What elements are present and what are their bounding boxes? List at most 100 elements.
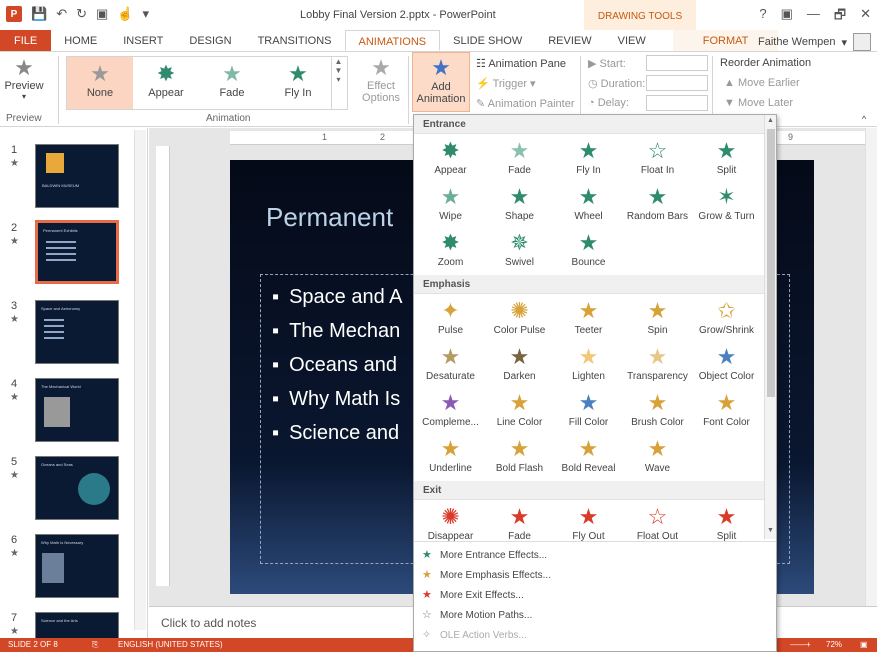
effect-underline[interactable]: ★ Underline <box>416 435 485 481</box>
spell-check-icon[interactable]: ⎘ <box>92 640 98 650</box>
tab-review[interactable]: REVIEW <box>535 30 604 51</box>
zoom-slider[interactable]: ——+ <box>790 640 811 649</box>
slide-thumbnail-4[interactable]: The Mechanical World <box>35 378 119 442</box>
effect-bounce[interactable]: ★ Bounce <box>554 229 623 275</box>
section-heading-emphasis: Emphasis <box>414 275 764 294</box>
slide-thumbnail-1[interactable]: BALDWIN MUSEUM <box>35 144 119 208</box>
effect-wheel[interactable]: ★ Wheel <box>554 183 623 229</box>
redo-icon[interactable]: ↻ <box>76 6 87 22</box>
ole-action-verbs[interactable]: ✧ OLE Action Verbs... <box>414 624 776 644</box>
slide-thumbnail-2[interactable]: Permanent Exhibits <box>35 220 119 284</box>
gallery-item-none[interactable]: ★ None <box>67 57 133 109</box>
zoom-level[interactable]: 72% <box>826 640 842 649</box>
effect-swivel[interactable]: ✵ Swivel <box>485 229 554 275</box>
effect-wave[interactable]: ★ Wave <box>623 435 692 481</box>
effect-color-pulse[interactable]: ✺ Color Pulse <box>485 297 554 343</box>
complementary-star-icon: ★ <box>440 390 461 415</box>
gallery-item-fly-in[interactable]: ★ Fly In <box>265 57 331 109</box>
effect-font-color[interactable]: ★ Font Color <box>692 389 761 435</box>
effect-brush-color[interactable]: ★ Brush Color <box>623 389 692 435</box>
effect-fill-color[interactable]: ★ Fill Color <box>554 389 623 435</box>
effect-zoom[interactable]: ✸ Zoom <box>416 229 485 275</box>
effect-pulse[interactable]: ✦ Pulse <box>416 297 485 343</box>
slide-thumbnail-7[interactable]: Science and the Arts <box>35 612 119 638</box>
slide-scrollbar[interactable] <box>865 128 877 606</box>
gallery-item-appear[interactable]: ✸ Appear <box>133 57 199 109</box>
ribbon-display-options-icon[interactable]: ▣ <box>781 6 793 28</box>
preview-button[interactable]: ★ Preview ▾ <box>4 56 44 102</box>
fit-slide-icon[interactable]: ▣ <box>860 640 868 649</box>
animation-pane-button[interactable]: ☷ Animation Pane <box>476 57 566 70</box>
effect-grow-and-turn[interactable]: ✶ Grow & Turn <box>692 183 761 229</box>
dropdown-scrollbar[interactable]: ▲ ▼ <box>764 115 776 539</box>
effect-lighten[interactable]: ★ Lighten <box>554 343 623 389</box>
save-icon[interactable]: 💾 <box>31 6 47 22</box>
gallery-item-fade[interactable]: ★ Fade <box>199 57 265 109</box>
tab-home[interactable]: HOME <box>51 30 110 51</box>
gallery-scrollbar[interactable]: ▲ ▼ ▾ <box>331 57 345 109</box>
move-earlier-button[interactable]: ▲ Move Earlier <box>724 77 800 89</box>
effect-complementary-color[interactable]: ★ Compleme... <box>416 389 485 435</box>
restore-icon[interactable]: 🗗 <box>834 6 846 28</box>
effect-appear[interactable]: ✸ Appear <box>416 137 485 183</box>
effect-line-color[interactable]: ★ Line Color <box>485 389 554 435</box>
effect-random-bars[interactable]: ★ Random Bars <box>623 183 692 229</box>
slide-thumbnail-3[interactable]: Space and Astronomy <box>35 300 119 364</box>
tab-insert[interactable]: INSERT <box>110 30 176 51</box>
scrollbar-thumb[interactable] <box>767 129 775 397</box>
effect-object-color[interactable]: ★ Object Color <box>692 343 761 389</box>
tab-view[interactable]: VIEW <box>605 30 659 51</box>
tab-transitions[interactable]: TRANSITIONS <box>245 30 345 51</box>
start-dropdown[interactable] <box>646 55 708 71</box>
effect-fly-in[interactable]: ★ Fly In <box>554 137 623 183</box>
undo-icon[interactable]: ↶ <box>56 6 67 22</box>
user-account[interactable]: Faithe Wempen ▾ <box>758 33 871 51</box>
effect-grow-shrink[interactable]: ✩ Grow/Shrink <box>692 297 761 343</box>
close-icon[interactable]: ✕ <box>860 6 871 28</box>
effect-float-in[interactable]: ☆ Float In <box>623 137 692 183</box>
slide-title[interactable]: Permanent <box>266 202 393 233</box>
slide-thumbnail-6[interactable]: Why Math Is Necessary <box>35 534 119 598</box>
scroll-up-icon[interactable]: ▲ <box>767 117 774 124</box>
touch-mode-icon[interactable]: ☝ <box>117 6 133 22</box>
language-indicator[interactable]: ENGLISH (UNITED STATES) <box>118 640 223 649</box>
tab-animations[interactable]: ANIMATIONS <box>344 30 441 51</box>
customize-qat-icon[interactable]: ▾ <box>142 6 149 22</box>
effect-bold-reveal[interactable]: ★ Bold Reveal <box>554 435 623 481</box>
animation-painter-button[interactable]: ✎ Animation Painter <box>476 97 575 110</box>
help-icon[interactable]: ? <box>759 6 766 28</box>
collapse-ribbon-icon[interactable]: ^ <box>862 114 866 124</box>
effect-desaturate[interactable]: ★ Desaturate <box>416 343 485 389</box>
effect-options-button[interactable]: ★ Effect Options <box>356 56 406 105</box>
effect-split[interactable]: ★ Split <box>692 137 761 183</box>
effect-teeter[interactable]: ★ Teeter <box>554 297 623 343</box>
effect-spin[interactable]: ★ Spin <box>623 297 692 343</box>
effect-transparency[interactable]: ★ Transparency <box>623 343 692 389</box>
more-motion-paths[interactable]: ☆ More Motion Paths... <box>414 604 776 624</box>
delay-spinner[interactable] <box>646 95 708 111</box>
effect-shape[interactable]: ★ Shape <box>485 183 554 229</box>
tab-design[interactable]: DESIGN <box>176 30 244 51</box>
section-heading-entrance: Entrance <box>414 115 764 134</box>
effect-darken[interactable]: ★ Darken <box>485 343 554 389</box>
more-emphasis-effects[interactable]: ★ More Emphasis Effects... <box>414 564 776 584</box>
duration-spinner[interactable] <box>646 75 708 91</box>
tab-slide-show[interactable]: SLIDE SHOW <box>440 30 535 51</box>
drawing-tools-context-label: DRAWING TOOLS <box>584 0 696 30</box>
slide-thumbnail-5[interactable]: Oceans and Seas <box>35 456 119 520</box>
add-animation-button[interactable]: ★ Add Animation <box>412 52 470 112</box>
more-exit-effects[interactable]: ★ More Exit Effects... <box>414 584 776 604</box>
more-entrance-effects[interactable]: ★ More Entrance Effects... <box>414 544 776 564</box>
move-later-button[interactable]: ▼ Move Later <box>724 97 793 109</box>
effect-fade[interactable]: ★ Fade <box>485 137 554 183</box>
line-color-star-icon: ★ <box>509 390 530 415</box>
tab-file[interactable]: FILE <box>0 30 52 51</box>
scroll-down-icon[interactable]: ▼ <box>767 527 774 534</box>
effect-bold-flash[interactable]: ★ Bold Flash <box>485 435 554 481</box>
trigger-button[interactable]: ⚡ Trigger ▾ <box>476 77 536 90</box>
thumb-line <box>44 337 64 339</box>
minimize-icon[interactable]: — <box>807 6 820 28</box>
effect-wipe[interactable]: ★ Wipe <box>416 183 485 229</box>
slideshow-start-icon[interactable]: ▣ <box>96 6 108 22</box>
thumbnail-scrollbar[interactable] <box>134 130 146 630</box>
